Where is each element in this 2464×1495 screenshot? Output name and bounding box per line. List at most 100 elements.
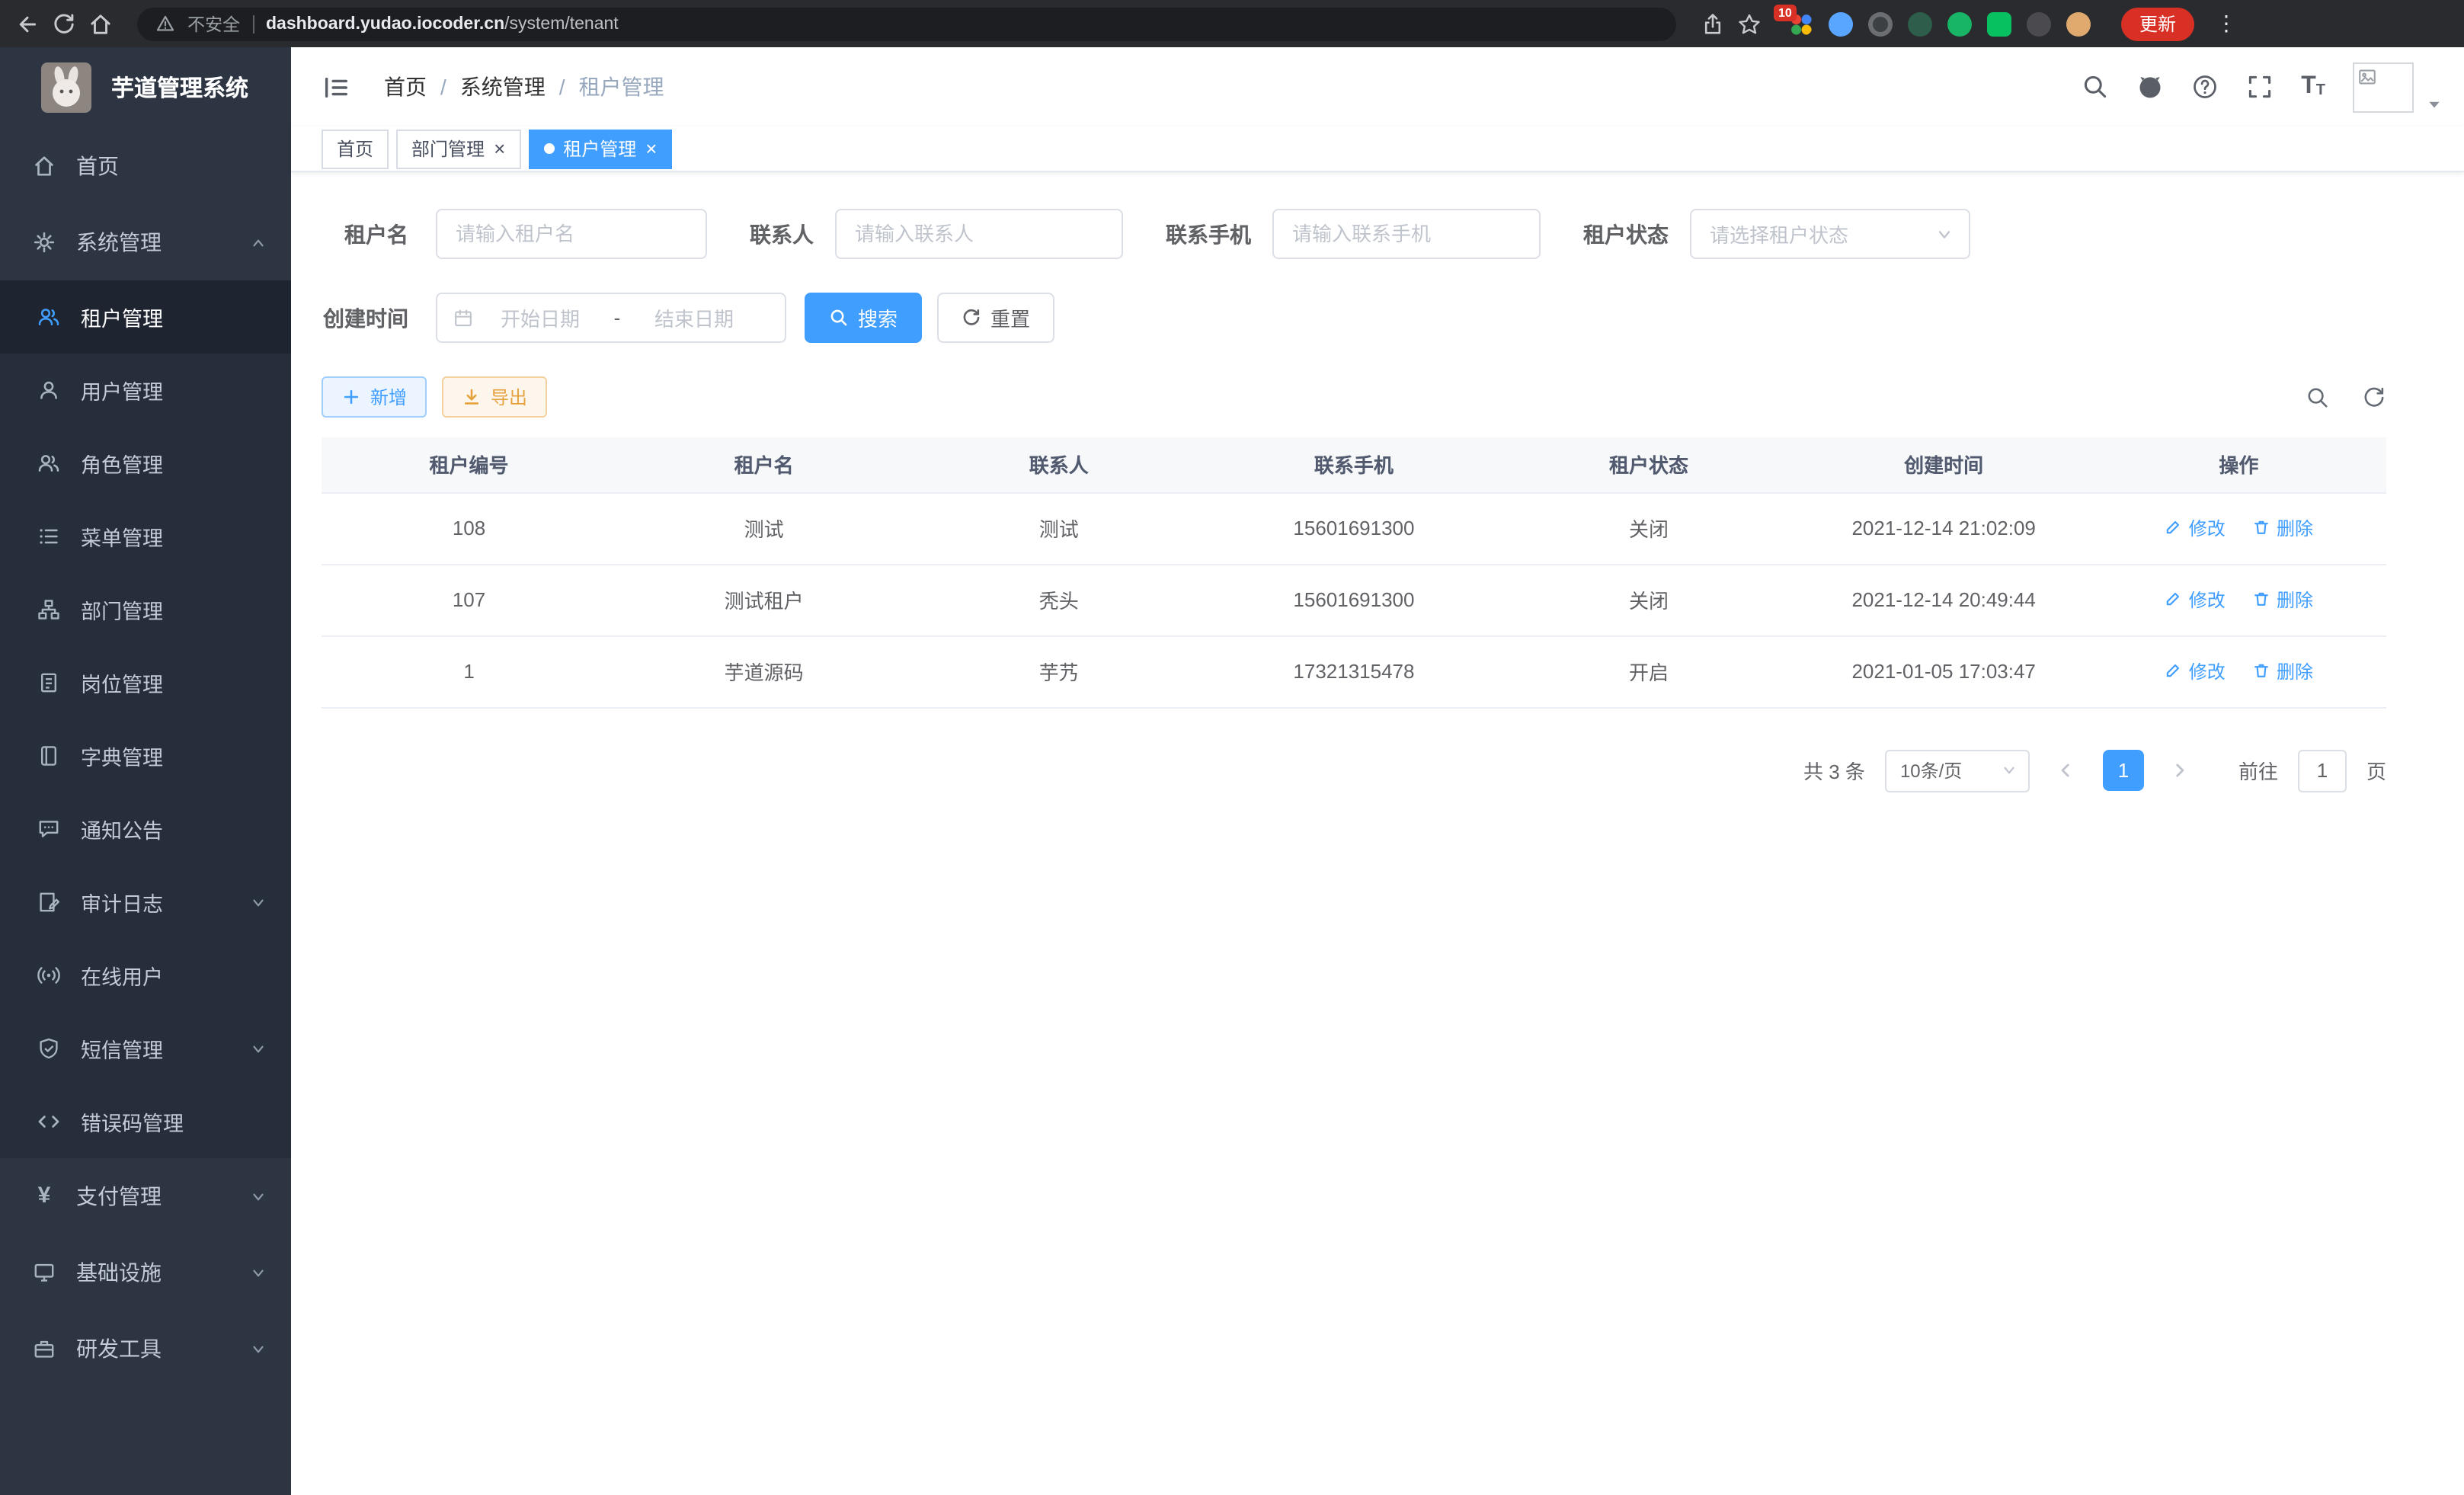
cell-status: 关闭 — [1502, 492, 1797, 564]
search-button[interactable]: 搜索 — [805, 293, 922, 343]
chevron-down-icon — [2001, 762, 2018, 779]
font-size-icon[interactable]: TT — [2301, 75, 2325, 99]
extension-icon-3[interactable] — [1868, 11, 1893, 36]
sidebar-item-online-users[interactable]: 在线用户 — [0, 939, 291, 1012]
org-tree-icon — [37, 597, 61, 622]
badge-icon — [37, 671, 61, 695]
sidebar-item-error-code[interactable]: 错误码管理 — [0, 1085, 291, 1158]
github-icon[interactable] — [2136, 73, 2164, 101]
sidebar-item-sms[interactable]: 短信管理 — [0, 1012, 291, 1085]
extensions-area: 10 — [1789, 11, 2091, 36]
edit-button[interactable]: 修改 — [2165, 658, 2226, 684]
help-icon[interactable] — [2191, 73, 2219, 101]
chevron-down-icon — [250, 1040, 267, 1057]
fullscreen-icon[interactable] — [2246, 73, 2274, 101]
trash-icon — [2252, 591, 2270, 609]
sidebar-item-payment[interactable]: ¥ 支付管理 — [0, 1158, 291, 1234]
tab-dept[interactable]: 部门管理 × — [396, 129, 520, 168]
url-domain: dashboard.yudao.iocoder.cn — [266, 14, 504, 33]
home-icon[interactable] — [88, 11, 113, 36]
edit-button[interactable]: 修改 — [2165, 515, 2226, 541]
toggle-search-icon[interactable] — [2306, 385, 2330, 409]
current-page-button[interactable]: 1 — [2103, 750, 2144, 791]
app-logo[interactable]: 芋道管理系统 — [0, 47, 291, 128]
breadcrumb-home[interactable]: 首页 — [384, 72, 427, 102]
search-icon[interactable] — [2082, 73, 2109, 101]
breadcrumb-current: 租户管理 — [579, 72, 664, 102]
edit-button[interactable]: 修改 — [2165, 587, 2226, 613]
tab-home[interactable]: 首页 — [322, 129, 389, 168]
cell-actions: 修改 删除 — [2091, 564, 2386, 635]
sidebar-item-audit-log[interactable]: 审计日志 — [0, 866, 291, 939]
close-tab-icon[interactable]: × — [645, 139, 657, 158]
table-row: 1 芋道源码 芋艿 17321315478 开启 2021-01-05 17:0… — [322, 635, 2386, 707]
cell-phone: 17321315478 — [1206, 635, 1501, 707]
chevron-down-icon — [250, 1264, 267, 1281]
delete-button[interactable]: 删除 — [2252, 587, 2313, 613]
extension-icon-7[interactable] — [2027, 11, 2051, 36]
sidebar-item-tenant[interactable]: 租户管理 — [0, 280, 291, 354]
app-title: 芋道管理系统 — [111, 72, 248, 104]
delete-button[interactable]: 删除 — [2252, 658, 2313, 684]
extension-icon-6[interactable] — [1987, 11, 2011, 36]
col-created: 创建时间 — [1797, 437, 2091, 492]
extension-icon-2[interactable] — [1829, 11, 1853, 36]
table-row: 107 测试租户 秃头 15601691300 关闭 2021-12-14 20… — [322, 564, 2386, 635]
sidebar-item-dept[interactable]: 部门管理 — [0, 573, 291, 646]
sidebar-item-user[interactable]: 用户管理 — [0, 354, 291, 427]
sidebar-item-dev-tools[interactable]: 研发工具 — [0, 1311, 291, 1387]
avatar[interactable] — [2353, 62, 2414, 112]
extension-icon-5[interactable] — [1947, 11, 1972, 36]
edit-document-icon — [37, 890, 61, 914]
sidebar-item-home[interactable]: 首页 — [0, 128, 291, 204]
phone-input[interactable] — [1272, 209, 1541, 259]
sidebar-item-infrastructure[interactable]: 基础设施 — [0, 1234, 291, 1311]
sidebar-item-notice[interactable]: 通知公告 — [0, 792, 291, 866]
cell-status: 关闭 — [1502, 564, 1797, 635]
col-tenant-name: 租户名 — [616, 437, 911, 492]
list-icon — [37, 524, 61, 549]
browser-menu-icon[interactable]: ⋮ — [2216, 11, 2237, 37]
extension-icon-1[interactable]: 10 — [1789, 11, 1813, 36]
sidebar-item-menu[interactable]: 菜单管理 — [0, 500, 291, 573]
contact-label: 联系人 — [750, 219, 814, 249]
sidebar-item-role[interactable]: 角色管理 — [0, 427, 291, 500]
sidebar-menu: 首页 系统管理 租户管理 用户管理 — [0, 128, 291, 1495]
refresh-table-icon[interactable] — [2362, 385, 2386, 409]
omnibox-divider — [252, 14, 254, 33]
share-icon[interactable] — [1701, 11, 1725, 36]
address-bar[interactable]: 不安全 dashboard.yudao.iocoder.cn/system/te… — [137, 7, 1676, 40]
cell-contact: 秃头 — [911, 564, 1206, 635]
extension-icon-8[interactable] — [2066, 11, 2091, 36]
prev-page-button[interactable] — [2050, 749, 2083, 792]
chevron-down-icon — [1935, 225, 1954, 243]
back-icon[interactable] — [15, 11, 40, 36]
status-select[interactable]: 请选择租户状态 — [1690, 209, 1970, 259]
delete-button[interactable]: 删除 — [2252, 515, 2313, 541]
page-size-select[interactable]: 10条/页 — [1885, 749, 2030, 792]
chevron-up-icon — [250, 234, 267, 251]
caret-down-icon[interactable] — [2426, 95, 2443, 112]
cell-created: 2021-12-14 20:49:44 — [1797, 564, 2091, 635]
export-button[interactable]: 导出 — [442, 376, 547, 418]
cell-tenant-name: 测试 — [616, 492, 911, 564]
add-button[interactable]: 新增 — [322, 376, 427, 418]
extension-icon-4[interactable] — [1908, 11, 1932, 36]
breadcrumb-system[interactable]: 系统管理 — [460, 72, 546, 102]
tenant-name-input[interactable] — [436, 209, 707, 259]
edit-icon — [2165, 519, 2183, 537]
sidebar-item-post[interactable]: 岗位管理 — [0, 646, 291, 719]
tab-tenant[interactable]: 租户管理 × — [528, 129, 672, 168]
contact-input[interactable] — [835, 209, 1123, 259]
collapse-sidebar-icon[interactable] — [322, 72, 350, 101]
sidebar-item-dict[interactable]: 字典管理 — [0, 719, 291, 792]
sidebar-item-system[interactable]: 系统管理 — [0, 204, 291, 280]
reload-icon[interactable] — [52, 11, 76, 36]
reset-button[interactable]: 重置 — [937, 293, 1054, 343]
chrome-update-button[interactable]: 更新 — [2121, 7, 2194, 40]
date-range-picker[interactable]: 开始日期 - 结束日期 — [436, 293, 786, 343]
close-tab-icon[interactable]: × — [494, 139, 505, 158]
bookmark-star-icon[interactable] — [1737, 11, 1762, 36]
goto-page-input[interactable] — [2298, 749, 2347, 792]
next-page-button[interactable] — [2164, 749, 2197, 792]
